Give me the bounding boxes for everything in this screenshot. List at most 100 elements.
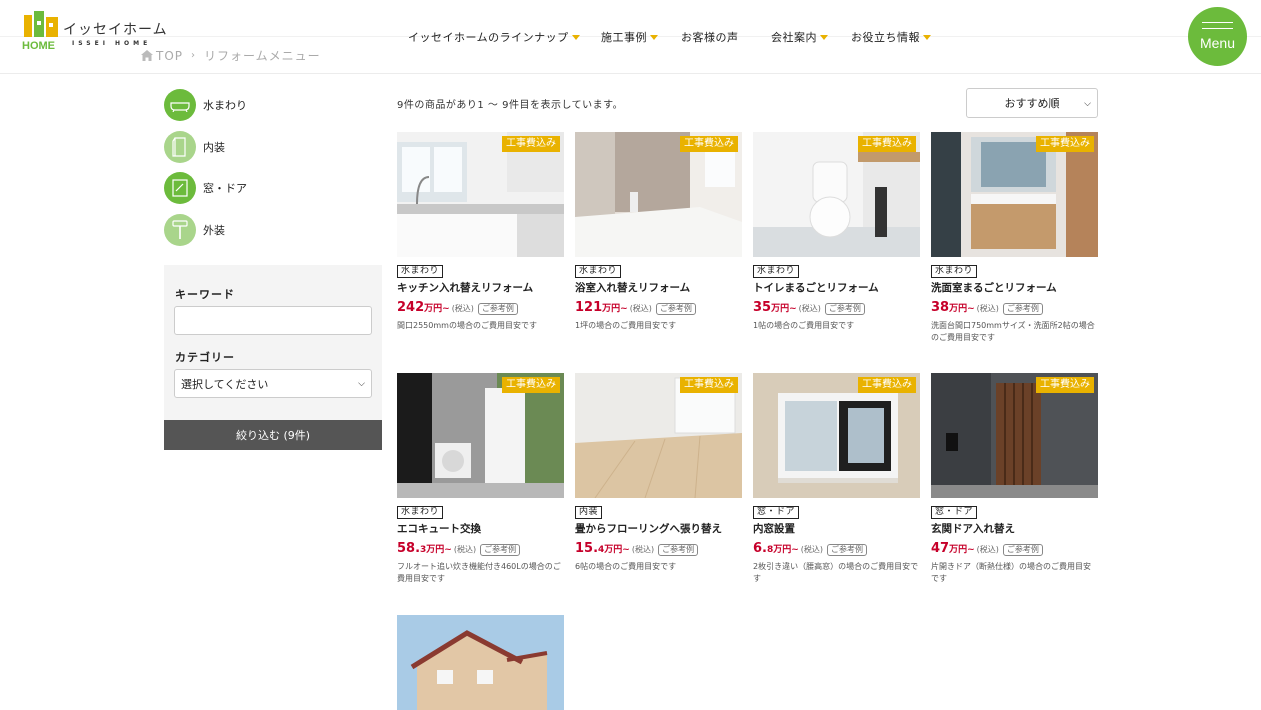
product-image[interactable]: 工事費込み — [931, 132, 1098, 257]
product-image[interactable]: 工事費込み — [753, 373, 920, 498]
price-unit: 万円~ — [424, 304, 450, 314]
product-title[interactable]: 洗面室まるごとリフォーム — [931, 280, 1057, 295]
nav-label: お役立ち情報 — [851, 31, 920, 44]
product-note: 2枚引き違い（腰高窓）の場合のご費用目安です — [753, 562, 919, 583]
product-price: 15. 4万円~ (税込) ご参考例 — [575, 541, 699, 556]
product-title[interactable]: 浴室入れ替えリフォーム — [575, 280, 690, 295]
category-item-water[interactable]: 水まわり — [164, 88, 364, 122]
caret-down-icon — [650, 34, 658, 40]
product-image[interactable]: 工事費込み — [753, 132, 920, 257]
bathtub-icon — [164, 89, 196, 121]
product-title[interactable]: トイレまるごとリフォーム — [753, 280, 879, 295]
paint-roller-icon — [164, 214, 196, 246]
product-note: 片開きドア（断熱仕様）の場合のご費用目安です — [931, 562, 1091, 583]
price-tax: (税込) — [798, 304, 821, 313]
price-unit: 万円~ — [771, 304, 797, 314]
result-count: 9件の商品があり1 ～ 9件目を表示しています。 — [397, 100, 624, 111]
product-title[interactable]: エコキュート交換 — [397, 521, 481, 536]
product-category-tag: 水まわり — [931, 265, 978, 278]
window-door-icon — [164, 172, 196, 204]
product-category-tag: 内装 — [575, 506, 603, 519]
category-filter-label: カテゴリー — [175, 351, 235, 364]
filter-panel: キーワード カテゴリー 選択してください ⌵ 絞り込む (9件) — [164, 265, 382, 450]
product-note: 1坪の場合のご費用目安です — [575, 321, 677, 330]
price-amount: 58. — [397, 541, 421, 556]
menu-button[interactable]: Menu — [1188, 7, 1247, 66]
category-select-value: 選択してください — [181, 377, 269, 391]
product-title[interactable]: 畳からフローリングへ張り替え — [575, 521, 722, 536]
price-amount: 35 — [753, 300, 772, 315]
product-price: 6. 8万円~ (税込) ご参考例 — [753, 541, 868, 556]
product-note: 間口2550mmの場合のご費用目安です — [397, 321, 537, 330]
chevron-down-icon: ⌵ — [358, 378, 365, 389]
product-badge: 工事費込み — [680, 377, 738, 393]
category-label: 水まわり — [203, 99, 247, 112]
caret-down-icon — [923, 34, 931, 40]
price-amount: 6. — [753, 541, 767, 556]
breadcrumb-home-link[interactable]: TOP — [156, 49, 183, 63]
nav-label: お客様の声 — [681, 31, 739, 44]
price-unit: 万円~ — [949, 304, 975, 314]
chevron-down-icon: ⌵ — [1084, 99, 1091, 109]
product-badge: 工事費込み — [1036, 377, 1094, 393]
svg-text:HOME: HOME — [22, 40, 55, 51]
nav-item-lineup[interactable]: イッセイホームのラインナップ — [408, 28, 601, 46]
category-label: 外装 — [203, 224, 225, 237]
price-reference-badge: ご参考例 — [1002, 303, 1043, 315]
category-item-interior[interactable]: 内装 — [164, 130, 364, 164]
product-category-tag: 窓・ドア — [753, 506, 800, 519]
product-image[interactable]: 工事費込み — [397, 132, 564, 257]
category-select[interactable]: 選択してください ⌵ — [174, 369, 372, 398]
price-unit: 万円~ — [602, 304, 628, 314]
nav-item-info[interactable]: お役立ち情報 — [851, 28, 941, 46]
price-unit: 8万円~ — [766, 545, 799, 555]
category-label: 窓・ドア — [203, 182, 247, 195]
product-title[interactable]: 玄関ドア入れ替え — [931, 521, 1015, 536]
nav-item-company[interactable]: 会社案内 — [771, 28, 851, 46]
price-unit: 4万円~ — [598, 545, 630, 555]
keyword-input[interactable] — [174, 306, 372, 335]
product-note: フルオート追い炊き機能付き460Lの場合のご費用目安です — [397, 562, 561, 583]
product-badge: 工事費込み — [502, 377, 560, 393]
price-tax: (税込) — [976, 545, 999, 554]
logo-text-en: ISSEI HOME — [72, 40, 152, 47]
product-price: 47 万円~ (税込) ご参考例 — [931, 541, 1043, 556]
product-price: 58. 3万円~ (税込) ご参考例 — [397, 541, 521, 556]
product-title[interactable]: 内窓設置 — [753, 521, 795, 536]
category-item-exterior[interactable]: 外装 — [164, 213, 364, 247]
price-tax: (税込) — [631, 545, 655, 554]
filter-submit-button[interactable]: 絞り込む (9件) — [164, 420, 382, 450]
product-title[interactable]: キッチン入れ替えリフォーム — [397, 280, 533, 295]
product-badge: 工事費込み — [680, 136, 738, 152]
price-reference-badge: ご参考例 — [477, 303, 518, 315]
nav-label: 会社案内 — [771, 31, 817, 44]
price-amount: 47 — [931, 541, 950, 556]
nav-item-voice[interactable]: お客様の声 — [681, 28, 771, 46]
product-image[interactable]: 工事費込み — [575, 132, 742, 257]
price-reference-badge: ご参考例 — [827, 544, 868, 556]
menu-label: Menu — [1199, 35, 1236, 51]
hamburger-icon — [1202, 28, 1233, 29]
product-image[interactable]: 工事費込み — [931, 373, 1098, 498]
product-note: 洗面台間口750mmサイズ・洗面所2帖の場合のご費用目安です — [931, 321, 1095, 342]
price-unit: 万円~ — [949, 545, 975, 555]
breadcrumb-current: リフォームメニュー — [204, 49, 321, 63]
sort-select-value: おすすめ順 — [1004, 97, 1060, 110]
product-badge: 工事費込み — [502, 136, 560, 152]
price-amount: 38 — [931, 300, 950, 315]
price-amount: 242 — [397, 300, 425, 315]
product-price: 35 万円~ (税込) ご参考例 — [753, 300, 865, 315]
product-image[interactable]: 工事費込み — [397, 373, 564, 498]
global-nav: イッセイホームのラインナップ 施工事例 お客様の声 会社案内 お役立ち情報 — [408, 28, 941, 46]
product-price: 121 万円~ (税込) ご参考例 — [575, 300, 696, 315]
price-amount: 121 — [575, 300, 603, 315]
product-image[interactable]: 工事費込み — [575, 373, 742, 498]
price-reference-badge: ご参考例 — [1002, 544, 1043, 556]
category-item-window-door[interactable]: 窓・ドア — [164, 171, 364, 205]
price-tax: (税込) — [451, 304, 474, 313]
product-image[interactable] — [397, 615, 564, 710]
nav-item-works[interactable]: 施工事例 — [601, 28, 681, 46]
sort-select[interactable]: おすすめ順 ⌵ — [966, 88, 1098, 118]
product-badge: 工事費込み — [1036, 136, 1094, 152]
site-logo[interactable]: HOME イッセイホーム ISSEI HOME — [22, 11, 167, 51]
